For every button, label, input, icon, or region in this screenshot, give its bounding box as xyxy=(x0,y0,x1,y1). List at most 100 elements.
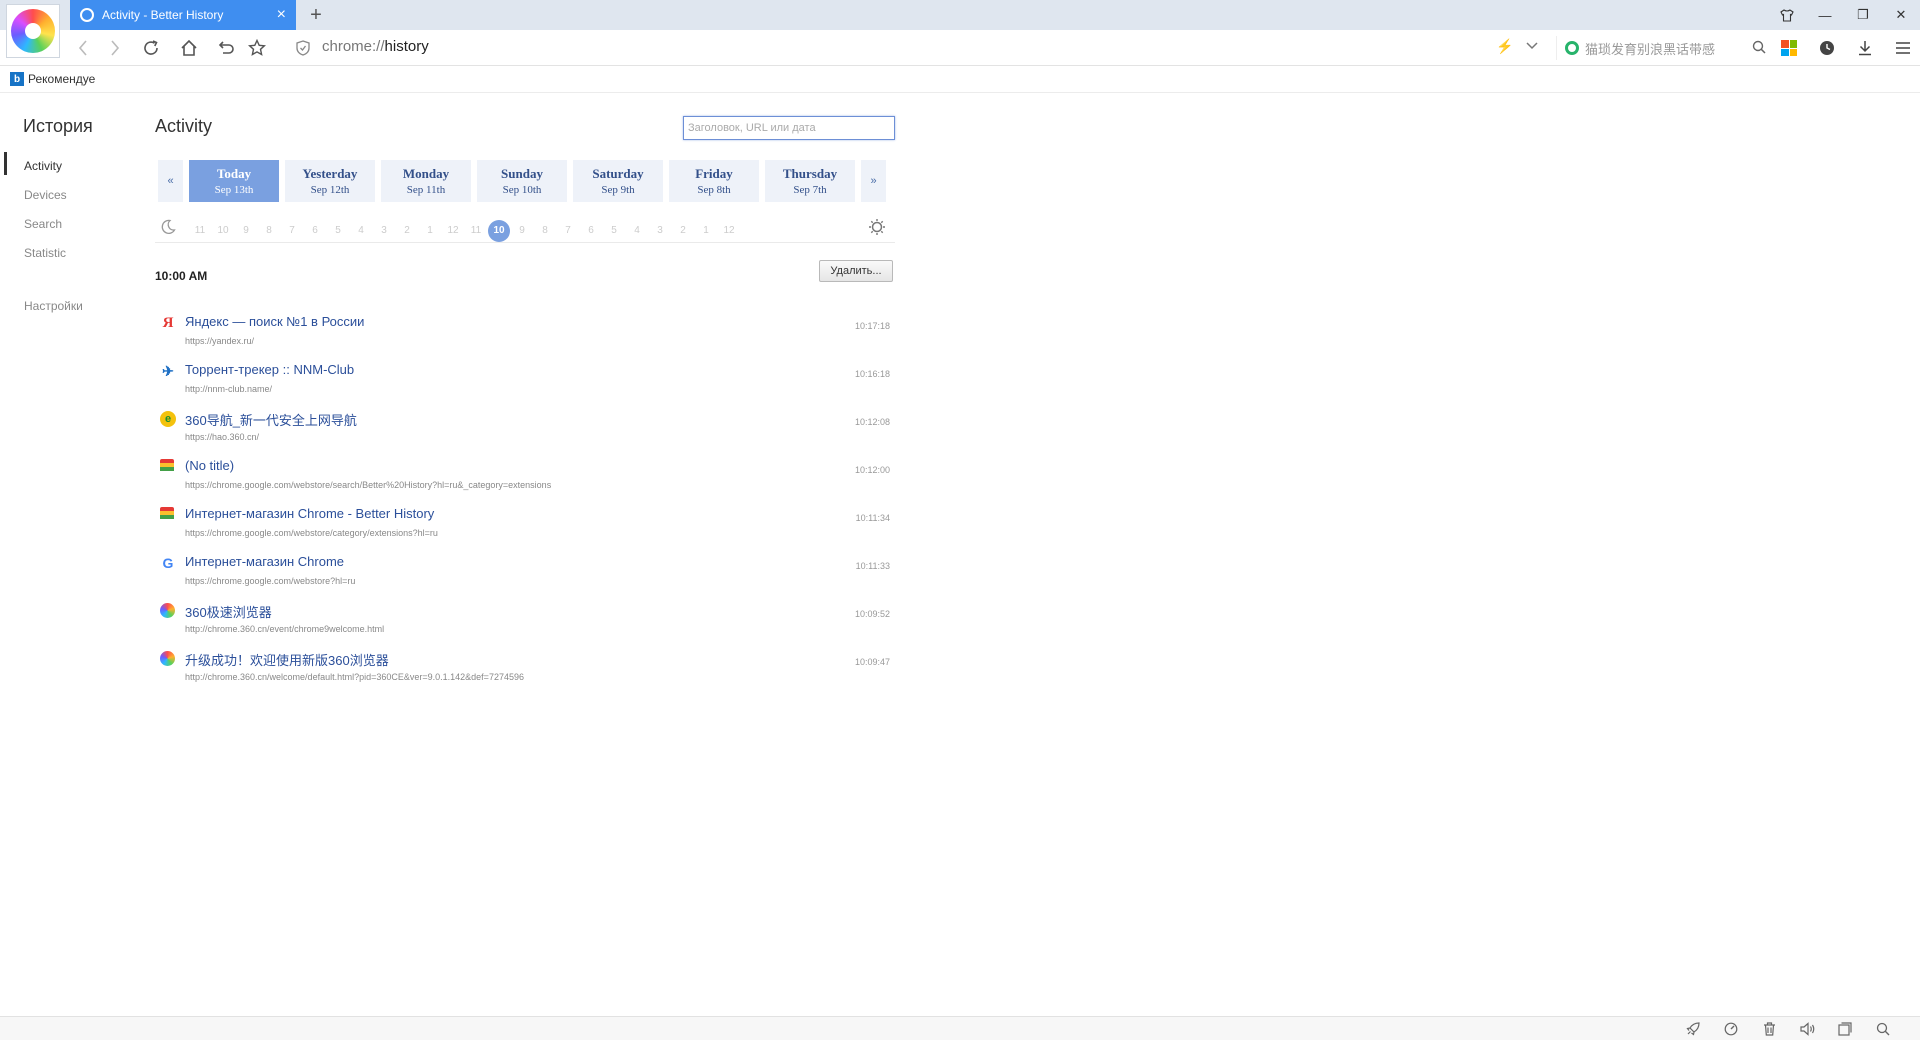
hour-9[interactable]: 2 xyxy=(396,220,418,242)
zoom-icon[interactable] xyxy=(1864,1019,1902,1039)
day-name: Sunday xyxy=(501,166,543,181)
hour-15[interactable]: 8 xyxy=(534,220,556,242)
undo-close-button[interactable] xyxy=(212,36,238,60)
search-icon[interactable] xyxy=(1752,40,1766,57)
bookmark-recommended[interactable]: Рекомендуе xyxy=(28,72,95,86)
sidebar-active-indicator xyxy=(4,152,7,175)
hour-11[interactable]: 12 xyxy=(442,220,464,242)
visit-title-link[interactable]: Яндекс — поиск №1 в России xyxy=(185,314,364,329)
tab-activity[interactable]: Activity - Better History × xyxy=(70,0,296,30)
search-engine-box[interactable]: 猫琐发育别浪黑话带感 xyxy=(1556,36,1766,60)
hour-17[interactable]: 6 xyxy=(580,220,602,242)
sun-icon xyxy=(867,218,887,238)
reload-button[interactable] xyxy=(138,36,164,60)
history-clock-icon[interactable] xyxy=(1808,36,1846,60)
toolbar-extensions xyxy=(1770,36,1920,60)
rocket-icon[interactable] xyxy=(1674,1019,1712,1039)
day-name: Yesterday xyxy=(302,166,358,181)
hour-12[interactable]: 11 xyxy=(465,220,487,242)
lightning-icon[interactable]: ⚡ xyxy=(1496,38,1513,58)
prev-week-button[interactable]: « xyxy=(158,160,183,202)
browser-logo-icon[interactable] xyxy=(6,4,60,58)
close-icon[interactable]: × xyxy=(277,7,286,23)
address-host: history xyxy=(384,38,429,55)
hour-2[interactable]: 9 xyxy=(235,220,257,242)
hour-6[interactable]: 5 xyxy=(327,220,349,242)
window-icon[interactable] xyxy=(1826,1019,1864,1039)
hour-4[interactable]: 7 xyxy=(281,220,303,242)
hour-18[interactable]: 5 xyxy=(603,220,625,242)
hour-0[interactable]: 11 xyxy=(189,220,211,242)
visit-time: 10:09:52 xyxy=(854,609,890,619)
visit-row: Я Яндекс — поиск №1 в России https://yande… xyxy=(160,309,890,357)
back-button[interactable] xyxy=(70,36,96,60)
sidebar-item-activity[interactable]: Activity xyxy=(24,159,62,173)
visit-title-link[interactable]: 升级成功！欢迎使用新版360浏览器 xyxy=(185,650,389,669)
shield-icon[interactable] xyxy=(296,40,310,56)
bookmarks-bar: b Рекомендуе xyxy=(0,66,1920,93)
hour-5[interactable]: 6 xyxy=(304,220,326,242)
day-date: Sep 11th xyxy=(406,184,446,196)
visit-title-link[interactable]: 360导航_新一代安全上网导航 xyxy=(185,410,357,429)
volume-icon[interactable] xyxy=(1788,1019,1826,1039)
hour-8[interactable]: 3 xyxy=(373,220,395,242)
day-date: Sep 12th xyxy=(310,184,350,196)
day-date: Sep 7th xyxy=(793,184,827,196)
day-monday[interactable]: Monday Sep 11th xyxy=(381,160,471,202)
hour-7[interactable]: 4 xyxy=(350,220,372,242)
visit-title-link[interactable]: (No title) xyxy=(185,458,234,473)
history-search-input[interactable] xyxy=(683,116,895,140)
moon-icon xyxy=(160,219,178,237)
bing-icon: b xyxy=(10,72,24,86)
download-icon[interactable] xyxy=(1846,36,1884,60)
day-thursday[interactable]: Thursday Sep 7th xyxy=(765,160,855,202)
hour-14[interactable]: 9 xyxy=(511,220,533,242)
skin-icon[interactable] xyxy=(1768,0,1806,30)
sidebar-item-search[interactable]: Search xyxy=(24,217,62,231)
sidebar-item-devices[interactable]: Devices xyxy=(24,188,67,202)
delete-button[interactable]: Удалить... xyxy=(819,260,893,282)
nnm-club-icon: ✈ xyxy=(162,362,174,379)
day-friday[interactable]: Friday Sep 8th xyxy=(669,160,759,202)
hour-16[interactable]: 7 xyxy=(557,220,579,242)
address-bar[interactable]: chrome://history xyxy=(322,38,429,55)
hour-13[interactable]: 10 xyxy=(488,220,510,242)
sidebar-item-settings[interactable]: Настройки xyxy=(24,299,83,313)
minimize-button[interactable]: — xyxy=(1806,0,1844,30)
new-tab-button[interactable]: + xyxy=(304,3,328,27)
hour-10[interactable]: 1 xyxy=(419,220,441,242)
visit-title-link[interactable]: 360极速浏览器 xyxy=(185,602,272,621)
bookmark-star-button[interactable] xyxy=(244,36,270,60)
day-saturday[interactable]: Saturday Sep 9th xyxy=(573,160,663,202)
visit-row: Интернет-магазин Chrome - Better History… xyxy=(160,501,890,549)
tab-title: Activity - Better History xyxy=(102,8,224,22)
status-bar xyxy=(0,1016,1920,1040)
visit-title-link[interactable]: Интернет-магазин Chrome - Better History xyxy=(185,506,434,521)
hour-22[interactable]: 1 xyxy=(695,220,717,242)
close-window-button[interactable]: ✕ xyxy=(1882,0,1920,30)
day-today[interactable]: Today Sep 13th xyxy=(189,160,279,202)
chevron-down-icon[interactable] xyxy=(1526,38,1538,53)
trash-icon[interactable] xyxy=(1750,1019,1788,1039)
home-button[interactable] xyxy=(176,36,202,60)
visit-time: 10:09:47 xyxy=(854,657,890,667)
forward-button[interactable] xyxy=(102,36,128,60)
next-week-button[interactable]: » xyxy=(861,160,886,202)
visit-title-link[interactable]: Интернет-магазин Chrome xyxy=(185,554,344,569)
day-yesterday[interactable]: Yesterday Sep 12th xyxy=(285,160,375,202)
hour-21[interactable]: 2 xyxy=(672,220,694,242)
speed-icon[interactable] xyxy=(1712,1019,1750,1039)
day-date: Sep 9th xyxy=(601,184,635,196)
day-sunday[interactable]: Sunday Sep 10th xyxy=(477,160,567,202)
hour-19[interactable]: 4 xyxy=(626,220,648,242)
apps-grid-icon[interactable] xyxy=(1770,36,1808,60)
restore-button[interactable]: ❐ xyxy=(1844,0,1882,30)
hour-1[interactable]: 10 xyxy=(212,220,234,242)
menu-icon[interactable] xyxy=(1884,36,1920,60)
history-clock-icon xyxy=(80,8,94,22)
hour-3[interactable]: 8 xyxy=(258,220,280,242)
hour-23[interactable]: 12 xyxy=(718,220,740,242)
sidebar-item-statistic[interactable]: Statistic xyxy=(24,246,66,260)
hour-20[interactable]: 3 xyxy=(649,220,671,242)
visit-title-link[interactable]: Торрент-трекер :: NNM-Club xyxy=(185,362,354,377)
